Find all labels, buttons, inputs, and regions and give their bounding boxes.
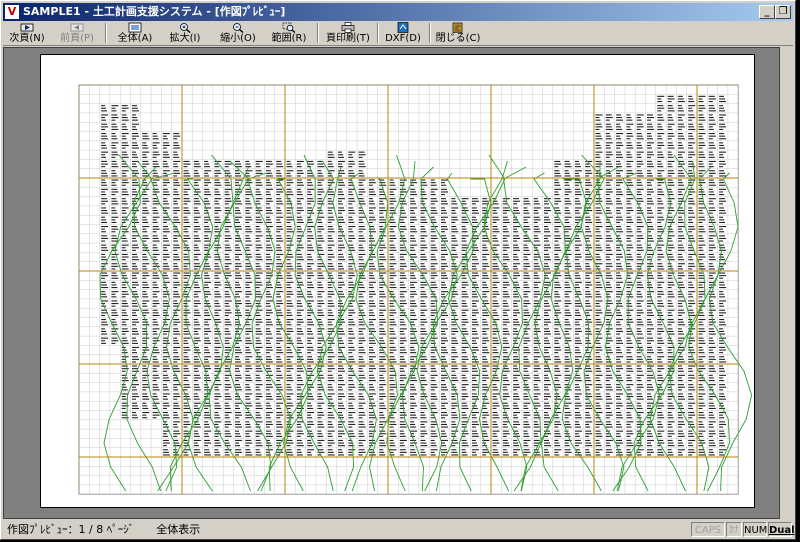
kana-indicator: ｶﾅ [726,522,742,537]
restore-button[interactable]: ❐ [775,5,791,19]
minimize-button[interactable]: _ [759,5,775,19]
zoom-out-button[interactable]: 縮小(O) [213,21,263,45]
range-zoom-icon [282,22,296,33]
fit-all-label: 全体(A) [117,33,153,44]
next-page-icon [20,23,34,32]
num-indicator: NUM [743,522,767,537]
printer-icon [341,22,355,33]
zoom-in-button[interactable]: 拡大(I) [163,21,207,45]
toolbar-separator [105,23,107,43]
caps-indicator: CAPS [691,522,725,537]
range-button[interactable]: 範囲(R) [267,21,311,45]
toolbar-separator [317,23,319,43]
toolbar-separator [429,23,431,43]
print-page-button[interactable]: 頁印刷(T) [323,21,373,45]
prev-page-label: 前頁(P) [60,33,94,44]
mesh-cell-values [101,95,727,456]
close-label: 閉じる(C) [435,33,481,44]
zoom-in-icon [180,23,191,33]
page-view-icon [128,22,142,33]
close-preview-button[interactable]: 閉じる(C) [435,21,481,45]
preview-area[interactable] [3,47,780,519]
status-bar: 作図ﾌﾟﾚﾋﾞｭｰ：1 / 8 ﾍﾟｰｼﾞ 全体表示 CAPS ｶﾅ NUM D… [3,521,795,539]
dxf-export-icon [397,22,409,33]
dual-indicator: Dual [768,522,795,537]
zoom-out-icon [233,23,244,33]
earthwork-plan-drawing [78,84,753,495]
vertical-scrollbar[interactable] [780,47,793,519]
toolbar-separator [377,23,379,43]
next-page-button[interactable]: 次頁(N) [5,21,49,45]
next-page-label: 次頁(N) [9,33,45,44]
app-icon[interactable]: V [5,5,19,19]
window-title: SAMPLE1 - 土工計画支援システム - [作図ﾌﾟﾚﾋﾞｭｰ] [23,5,286,18]
preview-page [40,54,755,508]
zoom-in-label: 拡大(I) [169,33,201,44]
app-window: V SAMPLE1 - 土工計画支援システム - [作図ﾌﾟﾚﾋﾞｭｰ] _ ❐… [0,0,796,540]
range-label: 範囲(R) [271,33,307,44]
dxf-export-button[interactable]: DXF(D) [383,21,423,45]
prev-page-icon [70,23,84,32]
print-page-label: 頁印刷(T) [326,33,370,44]
title-bar[interactable]: V SAMPLE1 - 土工計画支援システム - [作図ﾌﾟﾚﾋﾞｭｰ] _ ❐ [3,3,793,21]
dxf-label: DXF(D) [385,33,421,44]
close-door-icon [452,22,463,33]
fit-all-button[interactable]: 全体(A) [113,21,157,45]
status-text: 作図ﾌﾟﾚﾋﾞｭｰ：1 / 8 ﾍﾟｰｼﾞ 全体表示 [7,523,201,536]
prev-page-button[interactable]: 前頁(P) [55,21,99,45]
preview-toolbar: 次頁(N) 前頁(P) 全体(A) 拡大(I) 縮小(O) 範囲(R) 頁印刷(… [3,21,793,46]
minor-grid [78,84,739,495]
zoom-out-label: 縮小(O) [220,33,256,44]
